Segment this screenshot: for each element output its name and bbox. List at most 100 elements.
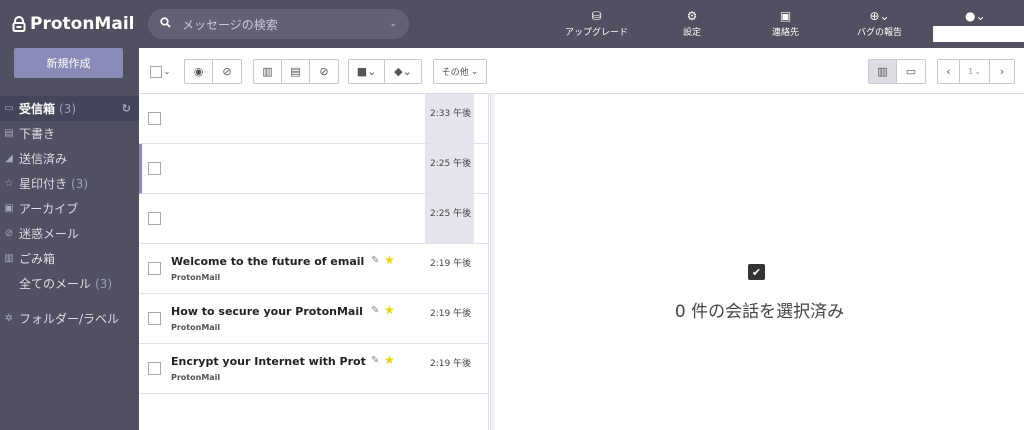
row-checkbox[interactable] — [148, 262, 161, 275]
send-icon: ◢ — [5, 153, 13, 164]
sidebar: ProtonMail 新規作成 ▭ 受信箱 (3) ↻ ▤ 下書き ◢ 送信済み… — [0, 0, 139, 430]
chevron-down-icon: ⌄ — [163, 67, 171, 76]
row-layout-button[interactable]: ▭ — [897, 60, 925, 83]
compose-button[interactable]: 新規作成 — [14, 48, 123, 78]
selection-status: 0 件の会話を選択済み — [674, 302, 845, 322]
action-group: ▥ ▤ ⊘ — [253, 59, 339, 84]
sidebar-item-spam[interactable]: ⊘ 迷惑メール — [0, 221, 139, 246]
row-checkbox[interactable] — [148, 212, 161, 225]
more-button[interactable]: その他 ⌄ — [433, 59, 487, 84]
nav-settings[interactable]: ⚙ 設定 — [683, 8, 701, 38]
spam-icon: ⊘ — [4, 228, 14, 239]
logo[interactable]: ProtonMail — [0, 0, 139, 48]
sidebar-item-count: (3) — [71, 176, 89, 191]
sidebar-item-label: 受信箱 — [19, 102, 56, 116]
sidebar-item-count: (3) — [95, 276, 113, 291]
sidebar-item-label: 星印付き — [19, 177, 68, 191]
list-item[interactable]: 2:33 午後 — [139, 94, 489, 144]
app: ProtonMail 新規作成 ▭ 受信箱 (3) ↻ ▤ 下書き ◢ 送信済み… — [0, 0, 1024, 430]
row-checkbox[interactable] — [148, 362, 161, 375]
search-input[interactable]: メッセージの検索 ⌄ — [148, 9, 409, 39]
list-item[interactable]: Welcome to the future of email ProtonMai… — [139, 244, 489, 294]
sidebar-item-label: 送信済み — [19, 152, 68, 166]
message-time: 2:33 午後 — [430, 109, 472, 119]
user-name-field[interactable] — [933, 26, 1024, 42]
trash-button[interactable]: ▥ — [254, 60, 282, 83]
nav-label: 連絡先 — [772, 28, 800, 38]
archive-button[interactable]: ▤ — [282, 60, 310, 83]
user-icon: ●⌄ — [965, 9, 986, 23]
star-icon[interactable]: ★ — [384, 353, 395, 367]
sidebar-item-folders-labels[interactable]: ✲ フォルダー/ラベル — [0, 306, 139, 331]
message-subject: How to secure your ProtonMail ac… — [171, 305, 366, 318]
checkbox-checked-icon: ✔ — [748, 264, 765, 280]
message-time: 2:19 午後 — [430, 259, 472, 269]
nav-upgrade[interactable]: ⛁ アップグレード — [565, 8, 628, 38]
gear-icon: ✲ — [4, 313, 14, 324]
nav-bug-report[interactable]: ⊕⌄ バグの報告 — [857, 8, 902, 38]
sidebar-item-sent[interactable]: ◢ 送信済み — [0, 146, 139, 171]
sidebar-item-label: 迷惑メール — [19, 227, 80, 241]
refresh-icon[interactable]: ↻ — [122, 102, 131, 115]
search-placeholder: メッセージの検索 — [182, 17, 278, 32]
archive-icon: ▤ — [290, 65, 301, 78]
pagination-group: ‹ 1 ⌄ › — [937, 59, 1015, 84]
settings-icon: ⚙ — [686, 9, 698, 23]
sidebar-item-starred[interactable]: ☆ 星印付き (3) — [0, 171, 139, 196]
star-icon[interactable]: ★ — [384, 253, 395, 267]
spam-icon: ⊘ — [319, 65, 329, 78]
next-page-button[interactable]: › — [990, 60, 1014, 83]
reading-pane: ✔ 0 件の会話を選択済み — [495, 94, 1024, 430]
message-time: 2:25 午後 — [430, 159, 472, 169]
select-all-checkbox[interactable]: ⌄ — [148, 59, 172, 84]
star-icon[interactable]: ★ — [384, 303, 395, 317]
message-time: 2:19 午後 — [430, 309, 472, 319]
message-time: 2:25 午後 — [430, 209, 472, 219]
move-to-folder-button[interactable]: ■⌄ — [349, 60, 385, 83]
nav-contacts[interactable]: ▣ 連絡先 — [772, 8, 799, 38]
page-select[interactable]: 1 ⌄ — [960, 60, 990, 83]
row-checkbox[interactable] — [148, 162, 161, 175]
page-number: 1 — [968, 67, 974, 76]
sidebar-item-all-mail[interactable]: 全てのメール (3) — [0, 271, 139, 296]
more-label: その他 — [441, 68, 469, 78]
chevron-down-icon: ⌄ — [470, 66, 479, 77]
list-item[interactable]: Encrypt your Internet with Proton… Proto… — [139, 344, 489, 394]
paperclip-icon: ✎ — [371, 305, 380, 316]
eye-slash-icon: ⊘ — [222, 65, 232, 78]
label-button[interactable]: ◆⌄ — [385, 60, 421, 83]
row-checkbox[interactable] — [148, 112, 161, 125]
sidebar-item-count: (3) — [59, 101, 77, 116]
message-subject: Encrypt your Internet with Proton… — [171, 355, 366, 368]
sidebar-item-trash[interactable]: ▥ ごみ箱 — [0, 246, 139, 271]
row-checkbox[interactable] — [148, 312, 161, 325]
list-item[interactable]: 2:25 午後 — [139, 144, 489, 194]
list-item[interactable]: How to secure your ProtonMail ac… Proton… — [139, 294, 489, 344]
sidebar-item-archive[interactable]: ▣ アーカイブ — [0, 196, 139, 221]
chevron-left-icon: ‹ — [946, 65, 951, 78]
mark-read-button[interactable]: ◉ — [185, 60, 213, 83]
list-item[interactable]: 2:25 午後 — [139, 194, 489, 244]
trash-icon: ▥ — [262, 65, 273, 78]
star-icon: ☆ — [4, 178, 14, 189]
user-menu[interactable]: ●⌄ — [965, 8, 986, 25]
nav-label: アップグレード — [565, 28, 629, 38]
message-sender: ProtonMail — [171, 273, 221, 282]
logo-text: ProtonMail — [30, 14, 135, 34]
sidebar-item-label: ごみ箱 — [19, 252, 56, 266]
sidebar-item-inbox[interactable]: ▭ 受信箱 (3) ↻ — [0, 96, 139, 121]
sidebar-item-drafts[interactable]: ▤ 下書き — [0, 121, 139, 146]
folder-icon: ■⌄ — [356, 65, 377, 78]
column-layout-icon: ▥ — [877, 65, 888, 78]
inbox-icon: ▭ — [4, 103, 14, 114]
sidebar-item-label: フォルダー/ラベル — [19, 312, 120, 326]
prev-page-button[interactable]: ‹ — [938, 60, 960, 83]
column-layout-button[interactable]: ▥ — [869, 60, 897, 83]
nav-label: バグの報告 — [857, 28, 903, 38]
message-sender: ProtonMail — [171, 323, 221, 332]
spam-button[interactable]: ⊘ — [310, 60, 338, 83]
top-bar: メッセージの検索 ⌄ ⛁ アップグレード ⚙ 設定 ▣ 連絡先 ⊕⌄ バグの報告… — [139, 0, 1024, 48]
chevron-down-icon[interactable]: ⌄ — [389, 19, 397, 29]
sidebar-item-label: 全てのメール — [19, 277, 92, 291]
mark-unread-button[interactable]: ⊘ — [213, 60, 241, 83]
